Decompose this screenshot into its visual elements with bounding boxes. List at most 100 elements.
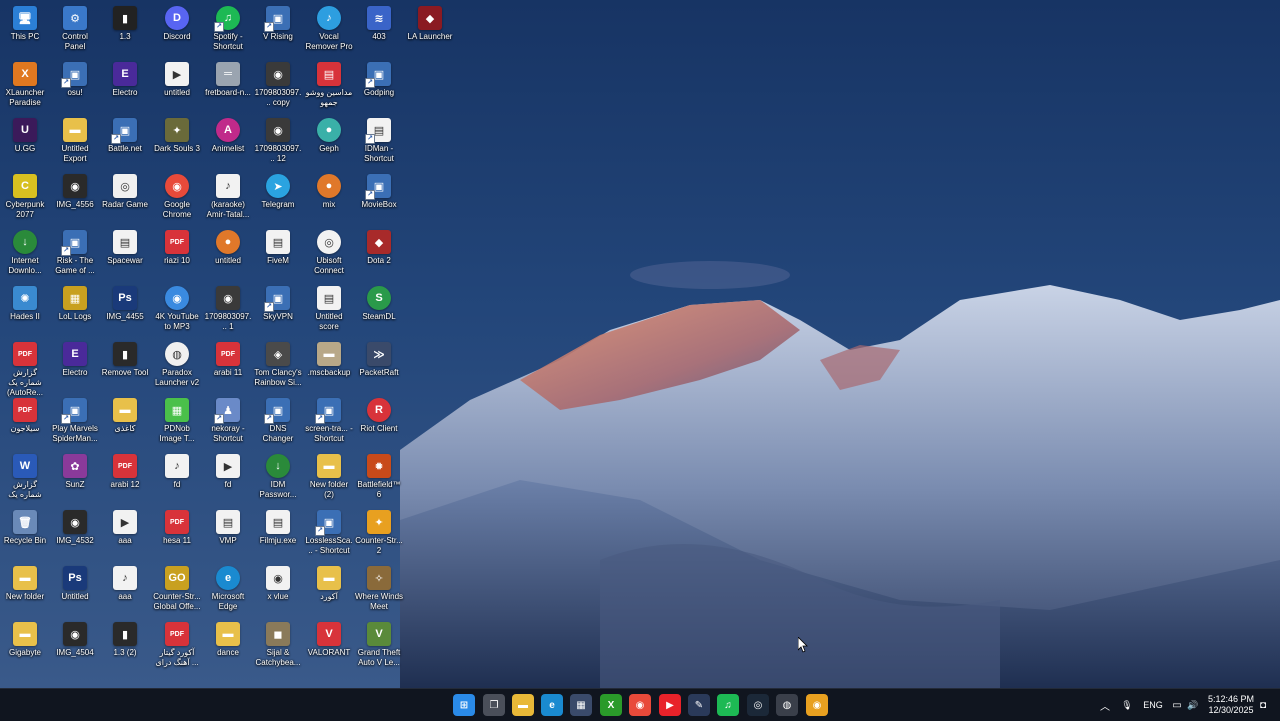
desktop-icon-animelist[interactable]: A Animelist [203,115,253,171]
desktop-icon-skyvpn[interactable]: ▣ ↗ SkyVPN [253,283,303,339]
taskbar-start-icon[interactable]: ⊞ [453,694,475,716]
desktop-icon-dance[interactable]: ▬ dance [203,619,253,675]
taskbar-clock[interactable]: 5:12:46 PM 12/30/2025 [1208,694,1254,716]
desktop-icon-osu[interactable]: ▣ ↗ osu! [50,59,100,115]
desktop-icon-1-3-2[interactable]: ▮ 1.3 (2) [100,619,150,675]
taskbar-chrome-icon[interactable]: ◉ [629,694,651,716]
desktop-icon-this-pc[interactable]: 🖥 This PC [0,3,50,59]
desktop-icon-riazi-10[interactable]: PDF riazi 10 [152,227,202,283]
desktop-icon-filmju-exe[interactable]: ▤ Filmju.exe [253,507,303,563]
desktop-icon-pdnob-image-t[interactable]: ▦ PDNob Image T... [152,395,202,451]
desktop-icon-item-65[interactable]: W گزارش شماره یک [0,451,50,507]
desktop-icon-moviebox[interactable]: ▣ ↗ MovieBox [354,171,404,227]
desktop-icon-cyberpunk-2077[interactable]: C Cyberpunk 2077 [0,171,50,227]
taskbar-xbox-icon[interactable]: X [600,694,622,716]
desktop-icon-1709803097-1[interactable]: ◉ 1709803097... 1 [203,283,253,339]
desktop-icon-idman-shortcut[interactable]: ▤ ↗ IDMan - Shortcut [354,115,404,171]
taskbar-spotify-icon[interactable]: ♫ [717,694,739,716]
desktop-icon-nekoray-shortcut[interactable]: ♟ ↗ nekoray - Shortcut [203,395,253,451]
taskbar-app-badge-icon[interactable]: ◍ [776,694,798,716]
notification-icon[interactable]: ◘ [1256,697,1270,713]
desktop-icon-403[interactable]: ≋ 403 [354,3,404,59]
desktop-icon-mix[interactable]: ● mix [304,171,354,227]
taskbar-microsoft-store-icon[interactable]: ▦ [570,694,592,716]
taskbar-steam-icon[interactable]: ◎ [747,694,769,716]
desktop-icon-recycle-bin[interactable]: 🗑 Recycle Bin [0,507,50,563]
desktop-icon-mscbackup[interactable]: ▬ .mscbackup [304,339,354,395]
desktop-icon-img-4455[interactable]: Ps IMG_4455 [100,283,150,339]
desktop-icon-spotify-shortcut[interactable]: ♫ ↗ Spotify - Shortcut [203,3,253,59]
desktop-icon-4k-youtube-to-mp3[interactable]: ◉ 4K YouTube to MP3 [152,283,202,339]
desktop-icon-valorant[interactable]: V VALORANT [304,619,354,675]
desktop-icon-vmp[interactable]: ▤ VMP [203,507,253,563]
desktop-icon-untitled[interactable]: ▶ untitled [152,59,202,115]
desktop-icon-internet-downlo[interactable]: ↓ Internet Downlo... [0,227,50,283]
desktop-icon-dark-souls-3[interactable]: ✦ Dark Souls 3 [152,115,202,171]
desktop-icon-autore[interactable]: PDF گزارش شماره یک (AutoRe... [0,339,50,397]
desktop-icon-where-winds-meet[interactable]: ✧ Where Winds Meet [354,563,404,619]
desktop-icon-lol-logs[interactable]: ▦ LoL Logs [50,283,100,339]
desktop-icon-untitled-score[interactable]: ▤ Untitled score [304,283,354,339]
desktop-icon-xlauncher-paradise[interactable]: X XLauncher Paradise [0,59,50,115]
desktop-icon-x-vlue[interactable]: ◉ x vlue [253,563,303,619]
desktop-icon-fivem[interactable]: ▤ FiveM [253,227,303,283]
desktop-icon-karaoke-amir-tatal[interactable]: ♪ (karaoke) Amir-Tatal... [203,171,253,227]
desktop-icon-sijal-catchybea[interactable]: ◼ Sijal & Catchybea... [253,619,303,675]
desktop-icon-tom-clancy-s-rainbow-si[interactable]: ◈ Tom Clancy's Rainbow Si... [253,339,303,395]
desktop-icon-grand-theft-auto-v-le[interactable]: V Grand Theft Auto V Le... [354,619,404,675]
desktop-icon-spacewar[interactable]: ▤ Spacewar [100,227,150,283]
desktop-icon-screen-tra-shortcut[interactable]: ▣ ↗ screen-tra... - Shortcut [304,395,354,451]
desktop-icon-battlefield-6[interactable]: ✹ Battlefield™ 6 [354,451,404,507]
desktop-icon-1709803097-copy[interactable]: ◉ 1709803097... copy [253,59,303,115]
desktop-icon-1709803097-12[interactable]: ◉ 1709803097... 12 [253,115,303,171]
desktop-icon-radar-game[interactable]: ◎ Radar Game [100,171,150,227]
desktop-icon-electro[interactable]: E Electro [50,339,100,395]
desktop-icon-hades-ii[interactable]: ✺ Hades II [0,283,50,339]
desktop-icon-img-4556[interactable]: ◉ IMG_4556 [50,171,100,227]
taskbar-pen-tool-icon[interactable]: ✎ [688,694,710,716]
desktop-icon-sunz[interactable]: ✿ SunZ [50,451,100,507]
desktop-icon-battle-net[interactable]: ▣ ↗ Battle.net [100,115,150,171]
desktop-icon-discord[interactable]: D Discord [152,3,202,59]
taskbar-chrome-2-icon[interactable]: ◉ [806,694,828,716]
desktop-icon-dns-changer[interactable]: ▣ ↗ DNS Changer [253,395,303,451]
microphone-icon[interactable]: 🎙 [1120,697,1134,713]
taskbar-task-view-icon[interactable]: ❐ [483,694,505,716]
desktop-icon-untitled[interactable]: ● untitled [203,227,253,283]
desktop-icon-fd[interactable]: ♪ fd [152,451,202,507]
desktop-icon-new-folder[interactable]: ▬ New folder [0,563,50,619]
desktop-icon-untitled[interactable]: Ps Untitled [50,563,100,619]
desktop-icon-counter-str-global-offe[interactable]: GO Counter-Str... Global Offe... [152,563,202,619]
desktop-icon-gigabyte[interactable]: ▬ Gigabyte [0,619,50,675]
desktop-icon-arabi-11[interactable]: PDF arabi 11 [203,339,253,395]
taskbar-youtube-icon[interactable]: ▶ [659,694,681,716]
desktop-icon-img-4504[interactable]: ◉ IMG_4504 [50,619,100,675]
volume-icon[interactable]: 🔊 [1186,697,1200,713]
desktop-icon-u-gg[interactable]: U U.GG [0,115,50,171]
desktop-icon-godping[interactable]: ▣ ↗ Godping [354,59,404,115]
desktop-icon-hesa-11[interactable]: PDF hesa 11 [152,507,202,563]
desktop-icon-new-folder-2[interactable]: ▬ New folder (2) [304,451,354,507]
desktop-icon-microsoft-edge[interactable]: e Microsoft Edge [203,563,253,619]
desktop-icon-control-panel[interactable]: ⚙ Control Panel [50,3,100,59]
desktop-icon-item-15[interactable]: ▤ مداسین ووشو جمهو [304,59,354,115]
desktop-icon-counter-str-2[interactable]: ✦ Counter-Str... 2 [354,507,404,563]
desktop-icon-img-4532[interactable]: ◉ IMG_4532 [50,507,100,563]
desktop-icon-fretboard-n[interactable]: ═ fretboard-n... [203,59,253,115]
desktop-icon-vocal-remover-pro[interactable]: ♪ Vocal Remover Pro [304,3,354,59]
desktop-icon-play-marvels-spiderman[interactable]: ▣ ↗ Play Marvels SpiderMan... [50,395,100,451]
desktop-icon-item-87[interactable]: ▬ آکورد [304,563,354,619]
desktop-icon-1-3[interactable]: ▮ 1.3 [100,3,150,59]
desktop-icon-paradox-launcher-v2[interactable]: ◍ Paradox Launcher v2 [152,339,202,395]
desktop-icon-idm-passwor[interactable]: ↓ IDM Passwor... [253,451,303,507]
desktop-icon-geph[interactable]: ● Geph [304,115,354,171]
desktop-icon-remove-tool[interactable]: ▮ Remove Tool [100,339,150,395]
desktop-icon-packetraft[interactable]: ≫ PacketRaft [354,339,404,395]
desktop-icon-arabi-12[interactable]: PDF arabi 12 [100,451,150,507]
language-indicator[interactable]: ENG [1142,697,1164,713]
desktop-icon-item-59[interactable]: ▬ کاغذی [100,395,150,451]
desktop-icon-dota-2[interactable]: ◆ Dota 2 [354,227,404,283]
desktop-icon-google-chrome[interactable]: ◉ Google Chrome [152,171,202,227]
desktop-icon-v-rising[interactable]: ▣ ↗ V Rising [253,3,303,59]
desktop-icon-la-launcher[interactable]: ◆ LA Launcher [405,3,455,59]
